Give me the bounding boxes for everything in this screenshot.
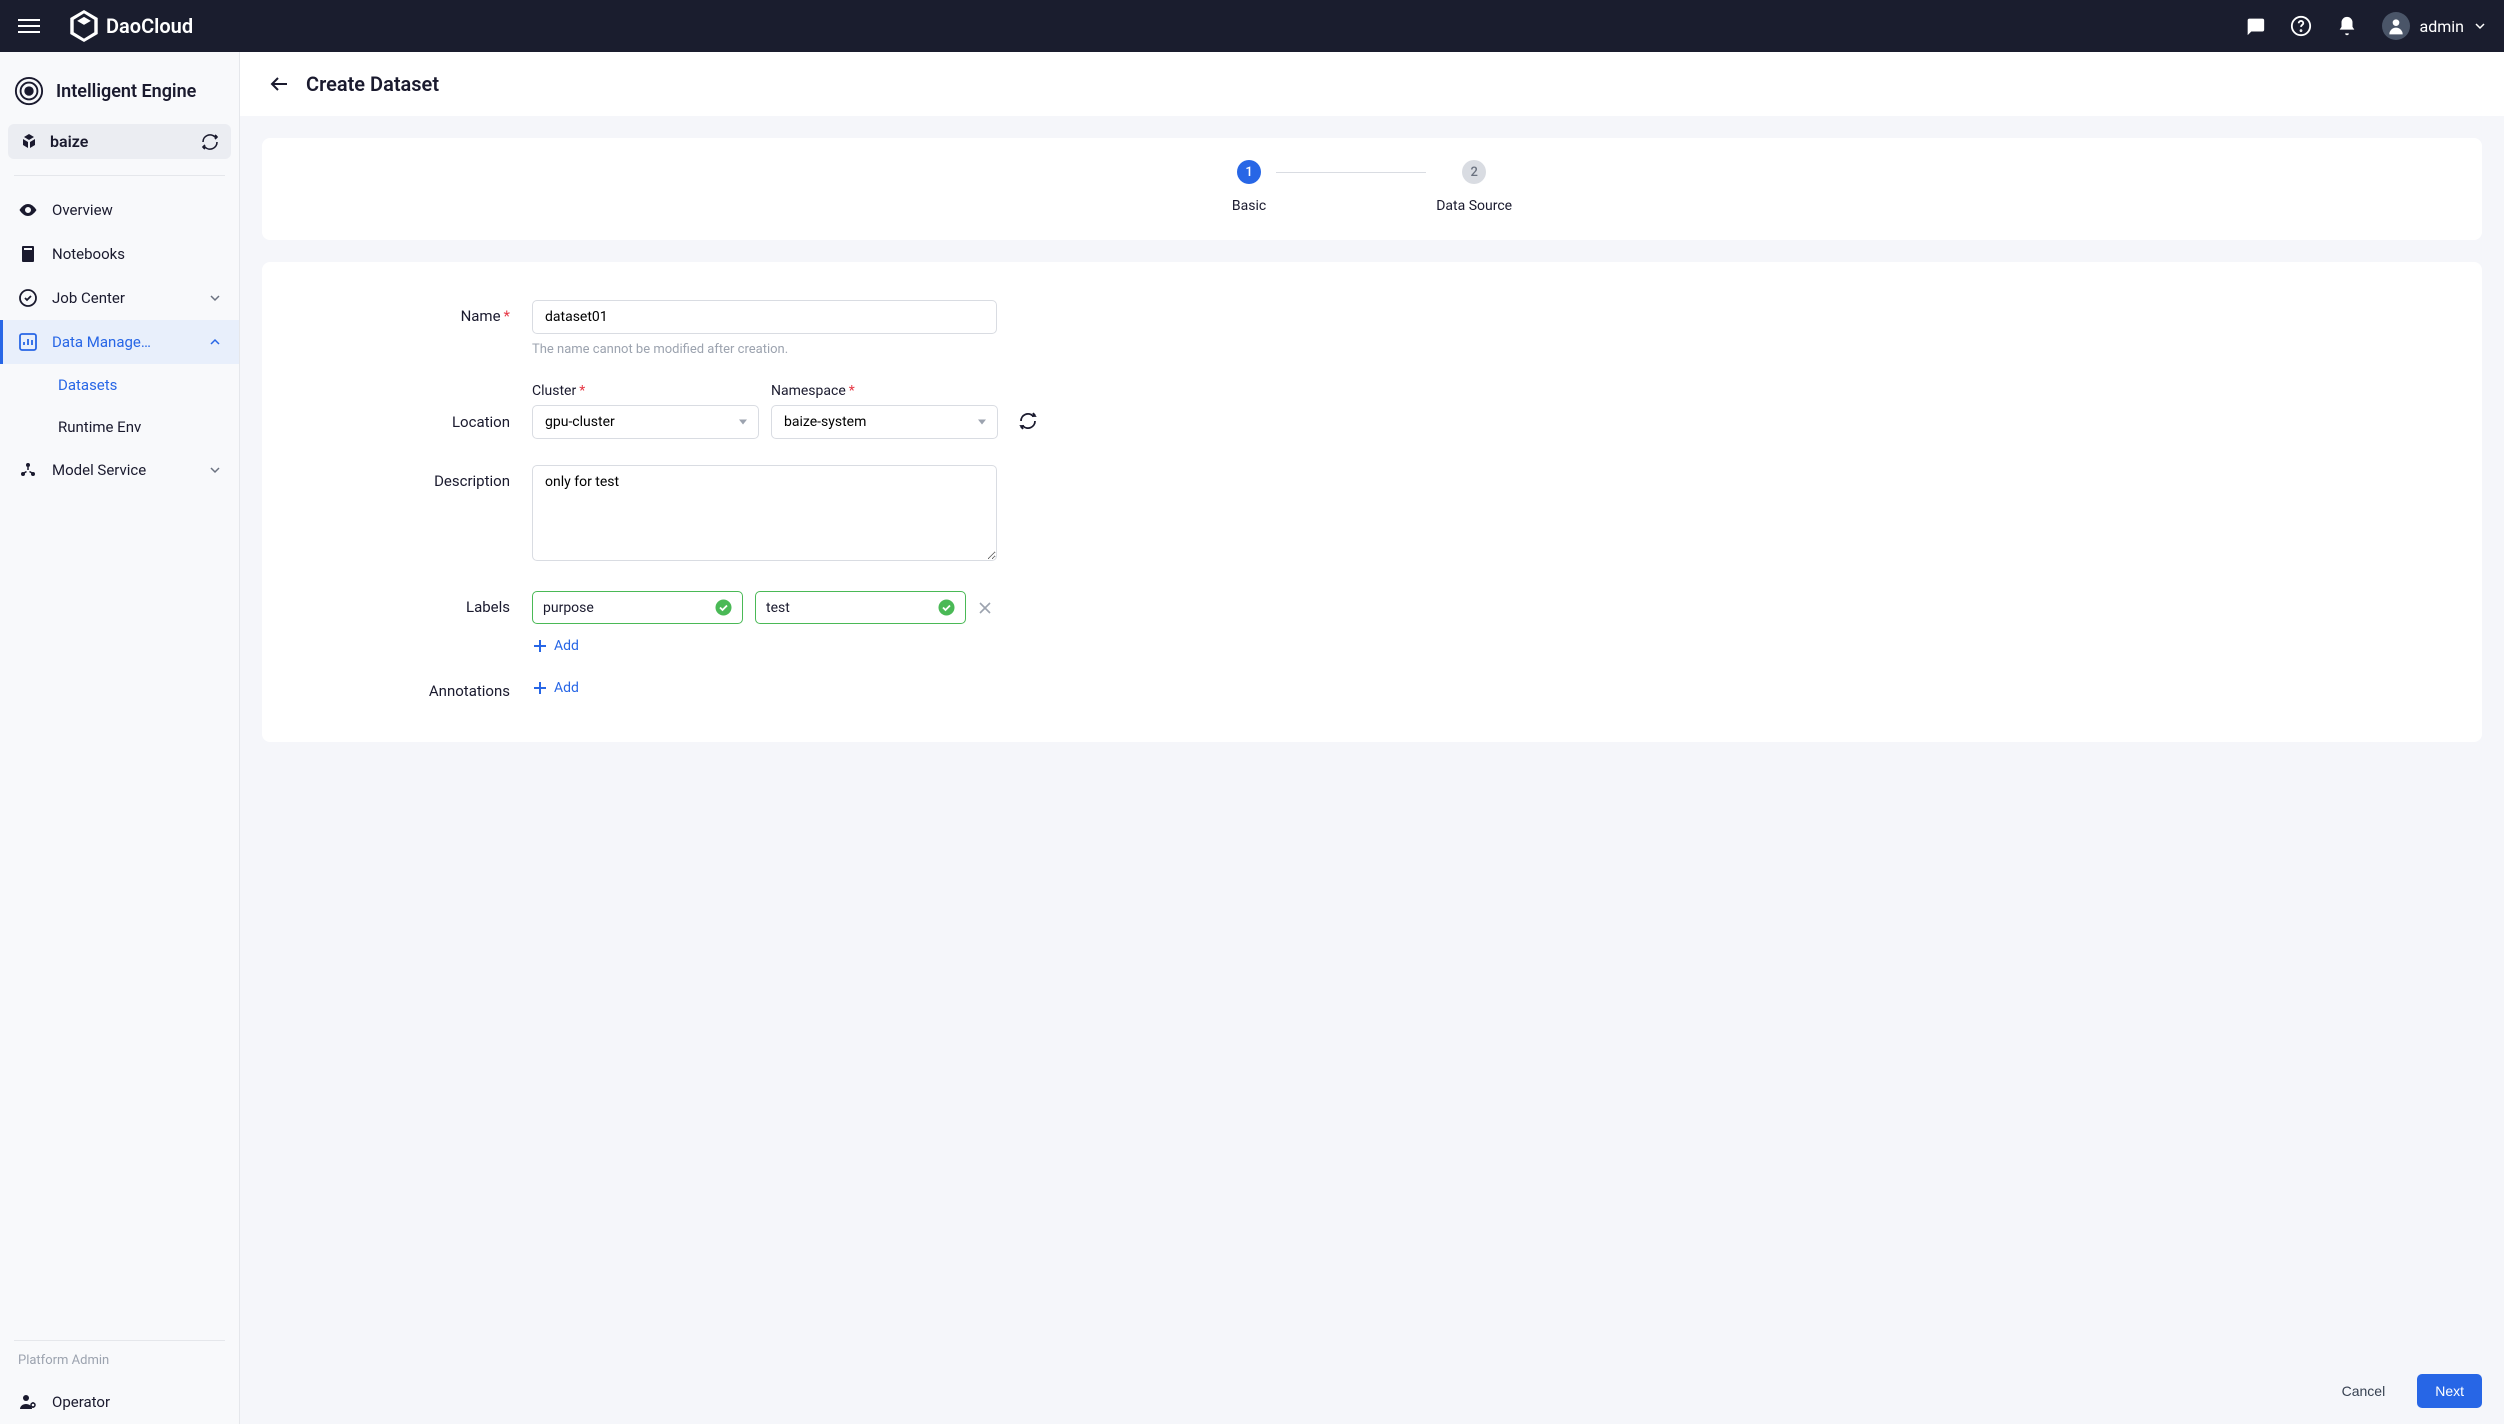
required-mark: * xyxy=(504,307,510,325)
brand-logo[interactable]: DaoCloud xyxy=(70,10,193,42)
nav-label: Notebooks xyxy=(52,245,125,263)
back-arrow-icon[interactable] xyxy=(270,76,288,92)
required-mark: * xyxy=(579,383,585,399)
nav-label: Runtime Env xyxy=(58,418,141,436)
name-input[interactable] xyxy=(532,300,997,334)
sidebar: Intelligent Engine baize Overview Notebo… xyxy=(0,52,240,1424)
sublabel-text: Cluster xyxy=(532,383,576,399)
sidebar-title: Intelligent Engine xyxy=(0,72,239,124)
project-selector[interactable]: baize xyxy=(8,124,231,159)
plus-icon xyxy=(532,680,548,696)
namespace-select[interactable]: baize-system xyxy=(771,405,998,439)
step-number: 1 xyxy=(1237,160,1261,184)
plus-icon xyxy=(532,638,548,654)
refresh-icon[interactable] xyxy=(1018,411,1038,431)
sidebar-item-overview[interactable]: Overview xyxy=(0,188,239,232)
step-basic[interactable]: 1 Basic xyxy=(1232,160,1266,214)
clock-check-icon xyxy=(18,288,38,308)
field-location: Location Cluster* gpu-cluster xyxy=(302,383,2442,439)
nav-label: Data Manage… xyxy=(52,333,151,351)
add-label-button[interactable]: Add xyxy=(532,638,1132,654)
sync-icon[interactable] xyxy=(201,133,219,151)
sidebar-item-job-center[interactable]: Job Center xyxy=(0,276,239,320)
step-label: Data Source xyxy=(1436,198,1512,214)
sidebar-item-runtime-env[interactable]: Runtime Env xyxy=(0,406,239,448)
topbar: DaoCloud admin xyxy=(0,0,2504,52)
nav-label: Operator xyxy=(52,1393,110,1411)
field-name: Name* The name cannot be modified after … xyxy=(302,300,2442,357)
cancel-button[interactable]: Cancel xyxy=(2324,1374,2404,1408)
chevron-down-icon xyxy=(2474,20,2486,32)
operator-icon xyxy=(18,1392,38,1412)
description-textarea[interactable]: only for test xyxy=(532,465,997,561)
user-menu[interactable]: admin xyxy=(2382,12,2486,40)
footer-actions: Cancel Next xyxy=(240,1358,2504,1424)
cluster-select[interactable]: gpu-cluster xyxy=(532,405,759,439)
label-text: Annotations xyxy=(429,682,510,700)
help-icon[interactable] xyxy=(2290,15,2312,37)
nav-label: Overview xyxy=(52,201,113,219)
page-title: Create Dataset xyxy=(306,72,439,96)
hamburger-menu-icon[interactable] xyxy=(18,19,40,33)
step-connector xyxy=(1276,172,1426,173)
sidebar-item-notebooks[interactable]: Notebooks xyxy=(0,232,239,276)
network-icon xyxy=(18,460,38,480)
name-hint: The name cannot be modified after creati… xyxy=(532,342,1132,357)
label-text: Description xyxy=(434,472,510,490)
brand-name: DaoCloud xyxy=(106,14,193,38)
chevron-up-icon xyxy=(209,336,221,348)
chevron-down-icon xyxy=(209,464,221,476)
required-mark: * xyxy=(849,383,855,399)
username: admin xyxy=(2420,17,2464,36)
nav-label: Datasets xyxy=(58,376,117,394)
nav-label: Job Center xyxy=(52,289,125,307)
eye-icon xyxy=(18,200,38,220)
avatar xyxy=(2382,12,2410,40)
sidebar-title-text: Intelligent Engine xyxy=(56,81,196,102)
field-annotations: Annotations Add xyxy=(302,680,2442,700)
sidebar-item-datasets[interactable]: Datasets xyxy=(0,364,239,406)
field-labels: Labels purpose test xyxy=(302,591,2442,654)
step-label: Basic xyxy=(1232,198,1266,214)
sublabel-text: Namespace xyxy=(771,383,846,399)
check-circle-icon xyxy=(938,599,955,616)
next-button[interactable]: Next xyxy=(2417,1374,2482,1408)
sidebar-item-model-service[interactable]: Model Service xyxy=(0,448,239,492)
step-number: 2 xyxy=(1462,160,1486,184)
step-data-source[interactable]: 2 Data Source xyxy=(1436,160,1512,214)
project-name: baize xyxy=(50,132,88,151)
project-icon xyxy=(20,133,38,151)
remove-label-icon[interactable] xyxy=(978,601,992,615)
bell-icon[interactable] xyxy=(2336,15,2358,37)
add-annotation-button[interactable]: Add xyxy=(532,680,1132,696)
divider xyxy=(14,175,225,176)
label-key-chip[interactable]: purpose xyxy=(532,591,743,624)
field-description: Description only for test xyxy=(302,465,2442,565)
chart-icon xyxy=(18,332,38,352)
sidebar-item-data-management[interactable]: Data Manage… xyxy=(0,320,239,364)
chip-text: purpose xyxy=(543,600,594,616)
page-header: Create Dataset xyxy=(240,52,2504,116)
main: Create Dataset 1 Basic 2 Data Source xyxy=(240,52,2504,1424)
form-card: Name* The name cannot be modified after … xyxy=(262,262,2482,742)
label-text: Name xyxy=(461,307,501,325)
sidebar-section-label: Platform Admin xyxy=(0,1353,239,1380)
target-icon xyxy=(14,76,44,106)
label-value-chip[interactable]: test xyxy=(755,591,966,624)
label-text: Labels xyxy=(466,598,510,616)
add-text: Add xyxy=(554,638,579,654)
chat-icon[interactable] xyxy=(2244,15,2266,37)
chevron-down-icon xyxy=(209,292,221,304)
sidebar-item-operator[interactable]: Operator xyxy=(0,1380,239,1424)
check-circle-icon xyxy=(715,599,732,616)
nav-label: Model Service xyxy=(52,461,146,479)
person-icon xyxy=(2386,16,2406,36)
divider xyxy=(14,1340,225,1341)
label-text: Location xyxy=(452,413,510,431)
cube-icon xyxy=(70,10,98,42)
chip-text: test xyxy=(766,600,790,616)
notebook-icon xyxy=(18,244,38,264)
add-text: Add xyxy=(554,680,579,696)
stepper-card: 1 Basic 2 Data Source xyxy=(262,138,2482,240)
